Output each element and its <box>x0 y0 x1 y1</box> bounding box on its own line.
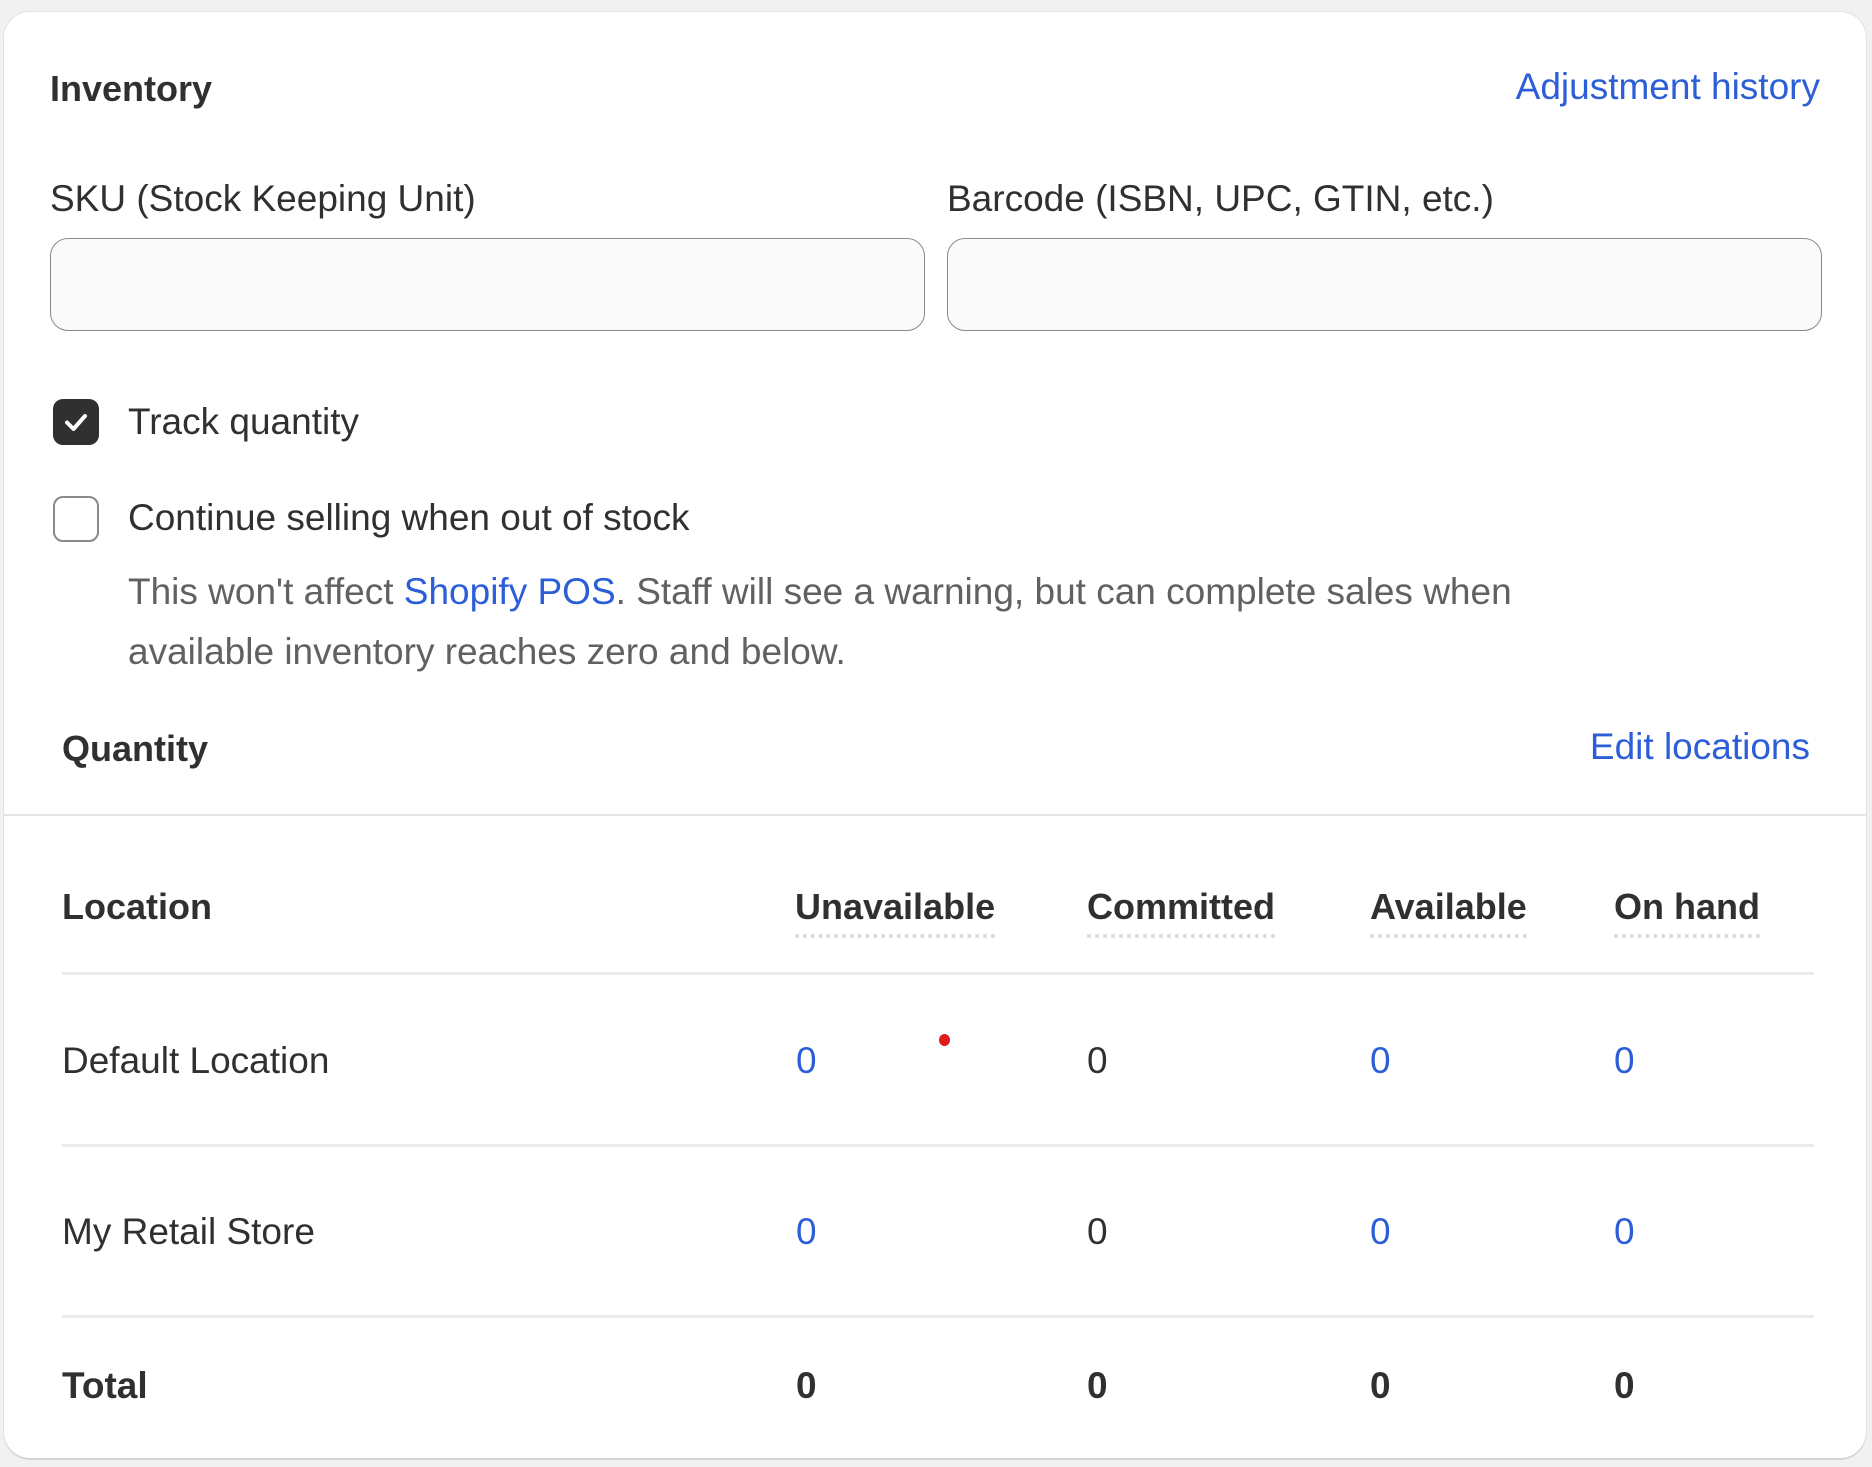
inventory-title: Inventory <box>50 68 213 109</box>
barcode-label: Barcode (ISBN, UPC, GTIN, etc.) <box>947 178 1494 219</box>
continue-selling-label[interactable]: Continue selling when out of stock <box>128 497 690 539</box>
continue-selling-checkbox[interactable] <box>53 496 99 542</box>
help-text-line2: available inventory reaches zero and bel… <box>128 631 846 672</box>
header-divider <box>62 972 1814 975</box>
track-quantity-checkbox[interactable] <box>53 399 99 445</box>
row-on-hand[interactable]: 0 <box>1614 1211 1635 1253</box>
row-unavailable[interactable]: 0 <box>796 1040 817 1082</box>
quantity-title: Quantity <box>62 728 209 769</box>
total-on-hand: 0 <box>1614 1365 1635 1406</box>
row-committed: 0 <box>1087 1040 1108 1081</box>
row-unavailable[interactable]: 0 <box>796 1211 817 1253</box>
checkmark-icon <box>65 414 87 431</box>
row-divider <box>62 1315 1814 1318</box>
column-header-available[interactable]: Available <box>1370 886 1527 938</box>
edit-locations-link[interactable]: Edit locations <box>1590 726 1810 768</box>
sku-input[interactable] <box>50 238 925 331</box>
total-committed: 0 <box>1087 1365 1108 1406</box>
help-text-prefix: This won't affect <box>128 571 404 612</box>
column-header-location: Location <box>62 886 212 927</box>
red-marker-dot <box>939 1034 950 1046</box>
row-committed: 0 <box>1087 1211 1108 1252</box>
total-available: 0 <box>1370 1365 1391 1406</box>
row-available[interactable]: 0 <box>1370 1040 1391 1082</box>
row-on-hand[interactable]: 0 <box>1614 1040 1635 1082</box>
row-location: Default Location <box>62 1040 330 1081</box>
inventory-card: Inventory Adjustment history SKU (Stock … <box>4 12 1866 1458</box>
barcode-input[interactable] <box>947 238 1822 331</box>
help-text-suffix: . Staff will see a warning, but can comp… <box>615 571 1512 612</box>
track-quantity-label[interactable]: Track quantity <box>128 401 359 443</box>
section-divider <box>4 814 1866 816</box>
row-divider <box>62 1144 1814 1147</box>
sku-label: SKU (Stock Keeping Unit) <box>50 178 476 219</box>
column-header-unavailable[interactable]: Unavailable <box>795 886 996 938</box>
row-available[interactable]: 0 <box>1370 1211 1391 1253</box>
shopify-pos-link[interactable]: Shopify POS <box>404 571 616 612</box>
adjustment-history-link[interactable]: Adjustment history <box>1516 66 1820 108</box>
row-location: My Retail Store <box>62 1211 315 1252</box>
total-unavailable: 0 <box>796 1365 817 1406</box>
total-label: Total <box>62 1365 148 1406</box>
column-header-committed[interactable]: Committed <box>1087 886 1275 938</box>
continue-selling-help: This won't affect Shopify POS. Staff wil… <box>128 562 1828 682</box>
column-header-on-hand[interactable]: On hand <box>1614 886 1760 938</box>
